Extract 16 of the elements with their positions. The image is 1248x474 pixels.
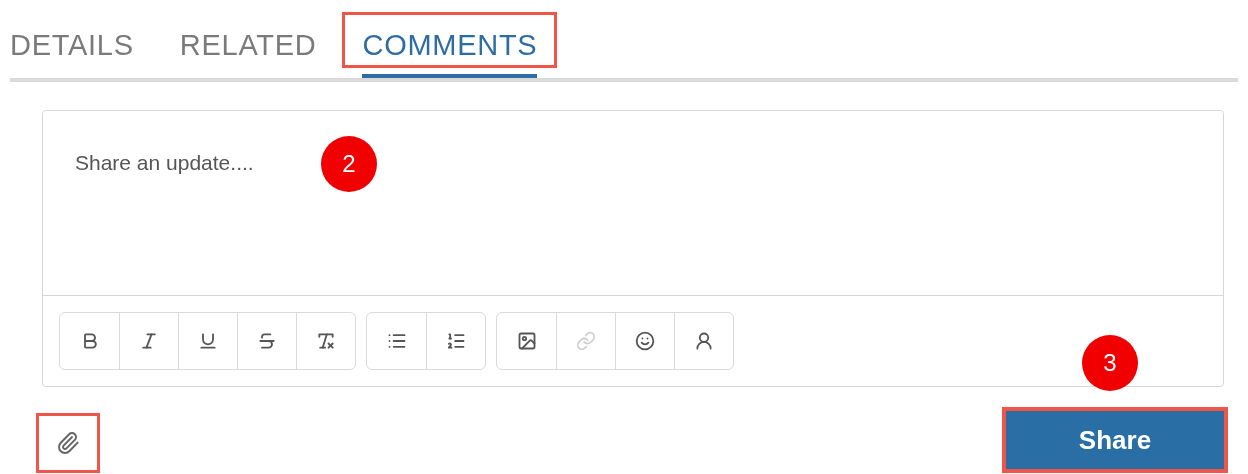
attach-button[interactable] <box>36 413 100 473</box>
share-button[interactable]: Share <box>1002 407 1228 473</box>
tab[interactable]: RELATED <box>179 18 317 78</box>
numbered-list-icon <box>446 331 466 351</box>
callout-badge: 3 <box>1082 335 1138 391</box>
bulleted-list-icon <box>386 331 407 351</box>
clear-formatting-icon <box>316 331 336 351</box>
image-icon <box>516 331 537 351</box>
italic-icon <box>139 331 159 351</box>
strikethrough-icon <box>257 331 277 351</box>
paperclip-icon <box>56 431 80 455</box>
underline-icon <box>198 331 218 351</box>
smiley-icon <box>635 331 655 351</box>
person-icon <box>694 331 714 351</box>
link-icon <box>576 331 596 351</box>
tab[interactable]: DETAILS <box>10 18 134 78</box>
